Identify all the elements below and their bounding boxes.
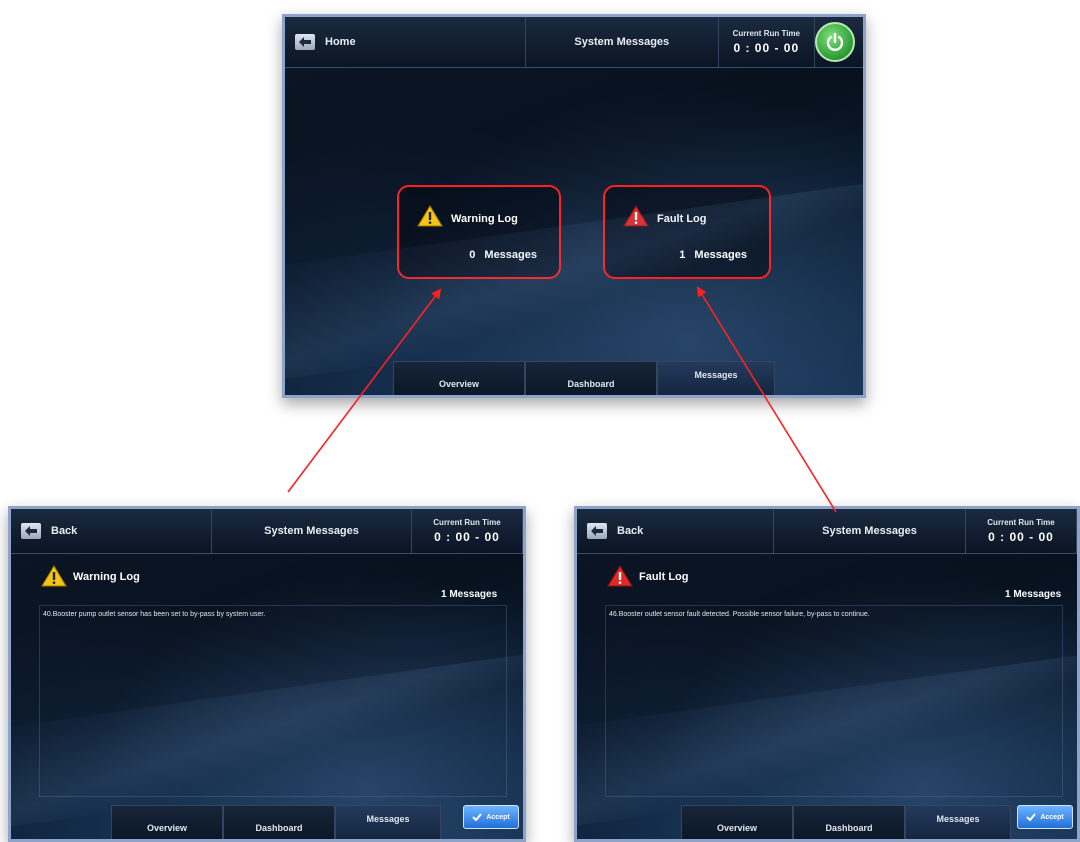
main-screen: Home System Messages Current Run Time 0 …: [282, 14, 866, 398]
power-button[interactable]: [815, 22, 855, 62]
fault-triangle-icon: [623, 205, 649, 227]
message-count: 1 Messages: [1005, 589, 1062, 600]
fault-log-heading: Fault Log: [639, 571, 689, 583]
run-time-display: Current Run Time 0 : 00 - 00: [719, 17, 815, 67]
fault-log-screen: Back System Messages Current Run Time 0 …: [574, 506, 1080, 842]
warning-log-screen: Back System Messages Current Run Time 0 …: [8, 506, 526, 842]
tab-dashboard[interactable]: Dashboard: [793, 805, 905, 839]
top-bar: Back System Messages Current Run Time 0 …: [577, 509, 1077, 554]
tab-messages[interactable]: Messages: [335, 805, 441, 839]
run-time-label: Current Run Time: [433, 518, 501, 527]
back-arrow-icon: [21, 523, 41, 539]
run-time-label: Current Run Time: [732, 29, 800, 38]
back-button[interactable]: Back: [577, 509, 774, 553]
fault-log-count: 1 Messages: [679, 249, 747, 261]
tab-overview[interactable]: Overview: [681, 805, 793, 839]
message-count: 1 Messages: [441, 589, 498, 600]
page-title: System Messages: [526, 17, 719, 67]
warning-log-card[interactable]: Warning Log 0 Messages: [397, 185, 561, 279]
warning-triangle-icon: [41, 565, 67, 587]
run-time-display: Current Run Time 0 : 00 - 00: [966, 509, 1077, 553]
back-button[interactable]: Back: [11, 509, 212, 553]
tab-bar: Overview Dashboard Messages: [681, 805, 1011, 839]
tab-messages[interactable]: Messages: [905, 805, 1011, 839]
tab-dashboard[interactable]: Dashboard: [223, 805, 335, 839]
back-label: Back: [51, 525, 78, 537]
tab-dashboard[interactable]: Dashboard: [525, 361, 657, 395]
tab-overview[interactable]: Overview: [111, 805, 223, 839]
run-time-value: 0 : 00 - 00: [434, 530, 500, 544]
warning-log-count: 0 Messages: [469, 249, 537, 261]
back-label: Back: [617, 525, 644, 537]
warning-triangle-icon: [417, 205, 443, 227]
home-label: Home: [325, 36, 356, 48]
back-arrow-icon: [295, 34, 315, 50]
message-list-area: [39, 605, 507, 797]
run-time-label: Current Run Time: [987, 518, 1055, 527]
warning-log-title: Warning Log: [451, 213, 518, 225]
accept-button[interactable]: Accept: [463, 805, 519, 829]
checkmark-icon: [1026, 813, 1037, 821]
tab-bar: Overview Dashboard Messages: [111, 805, 441, 839]
fault-log-title: Fault Log: [657, 213, 707, 225]
fault-log-card[interactable]: Fault Log 1 Messages: [603, 185, 771, 279]
checkmark-icon: [472, 813, 483, 821]
top-bar: Back System Messages Current Run Time 0 …: [11, 509, 523, 554]
fault-triangle-icon: [607, 565, 633, 587]
run-time-value: 0 : 00 - 00: [733, 41, 800, 55]
tab-messages[interactable]: Messages: [657, 361, 775, 395]
run-time-display: Current Run Time 0 : 00 - 00: [412, 509, 523, 553]
accept-label: Accept: [1040, 813, 1064, 821]
back-arrow-icon: [587, 523, 607, 539]
page-title: System Messages: [212, 509, 412, 553]
run-time-value: 0 : 00 - 00: [988, 530, 1054, 544]
accept-button[interactable]: Accept: [1017, 805, 1073, 829]
warning-log-heading: Warning Log: [73, 571, 140, 583]
accept-label: Accept: [486, 813, 510, 821]
tab-bar: Overview Dashboard Messages: [393, 361, 775, 395]
page-title: System Messages: [774, 509, 966, 553]
power-icon: [826, 32, 844, 51]
message-list-area: [605, 605, 1063, 797]
home-button[interactable]: Home: [285, 17, 526, 67]
tab-overview[interactable]: Overview: [393, 361, 525, 395]
top-bar: Home System Messages Current Run Time 0 …: [285, 17, 863, 68]
